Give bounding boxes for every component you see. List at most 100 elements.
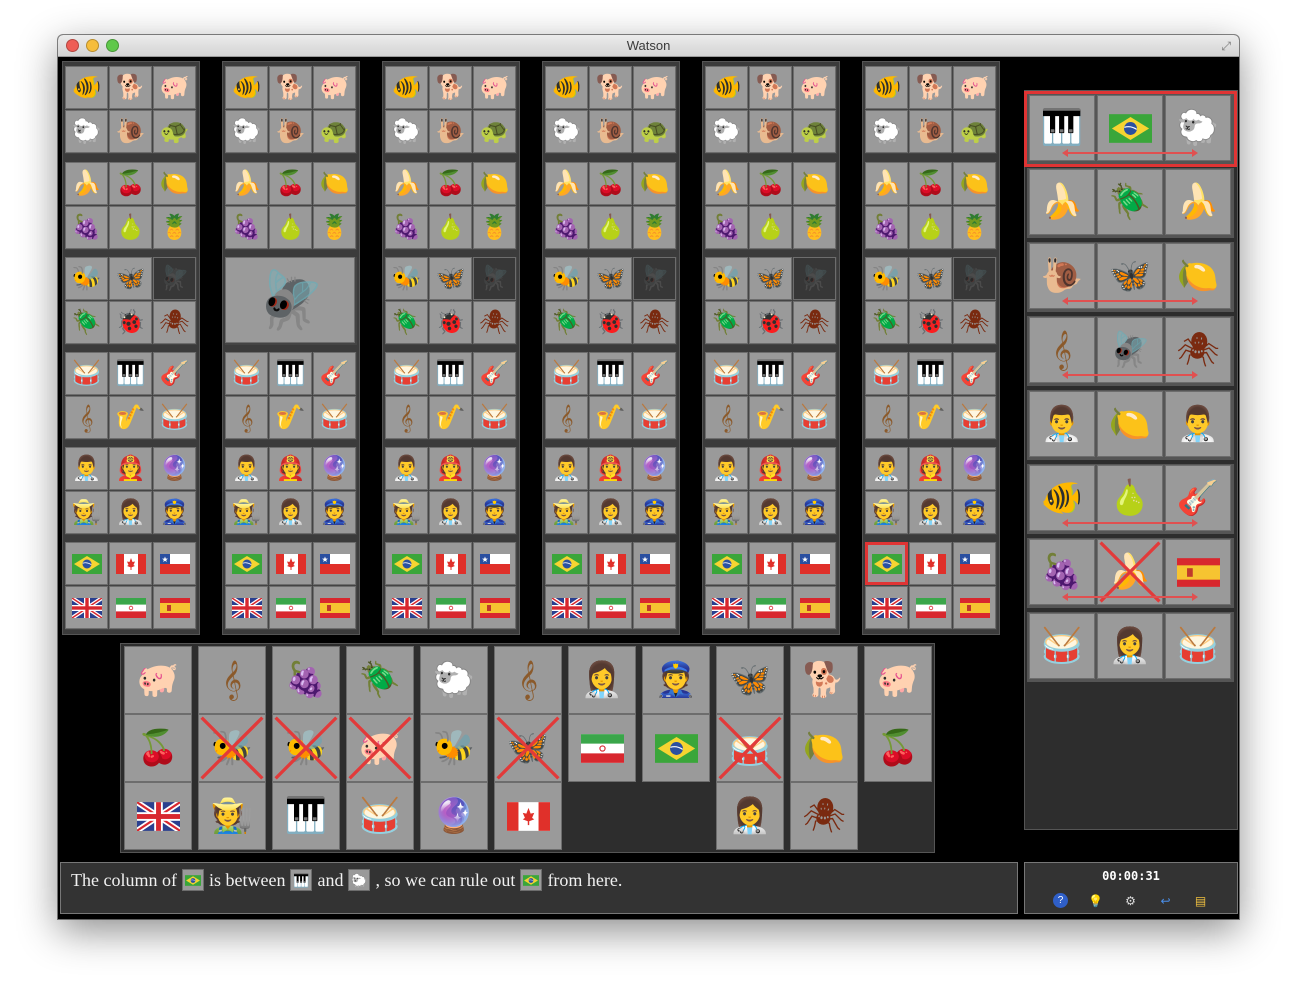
- grid-cell-tick[interactable]: 🕷: [793, 301, 836, 344]
- grid-cell-saxophone[interactable]: 🎷: [269, 396, 312, 439]
- grid-cell-cherry[interactable]: 🍒: [109, 162, 152, 205]
- grid-cell-farmer[interactable]: 🧑‍🌾: [705, 491, 748, 534]
- grid-cell-spain[interactable]: [633, 586, 676, 629]
- grid-cell-saxophone[interactable]: 🎷: [589, 396, 632, 439]
- grid-cell-farmer[interactable]: 🧑‍🌾: [865, 491, 908, 534]
- grid-cell-firefighter[interactable]: 🧑‍🚒: [429, 447, 472, 490]
- grid-cell-drum[interactable]: 🥁: [705, 352, 748, 395]
- grid-cell-lemon[interactable]: 🍋: [953, 162, 996, 205]
- grid-cell-ladybug[interactable]: 🐞: [909, 301, 952, 344]
- grid-cell-pineapple[interactable]: 🍍: [793, 206, 836, 249]
- vertical-clue-1[interactable]: 🎹 🐑: [1024, 91, 1237, 167]
- grid-cell-turtle[interactable]: 🐢: [153, 110, 196, 153]
- grid-cell-police[interactable]: 👮: [793, 491, 836, 534]
- grid-cell-banana[interactable]: 🍌: [65, 162, 108, 205]
- hclue-6-canada[interactable]: [494, 782, 562, 850]
- grid-cell-firefighter[interactable]: 🧑‍🚒: [589, 447, 632, 490]
- minimize-button[interactable]: [86, 39, 99, 52]
- grid-cell-brazil[interactable]: [545, 542, 588, 585]
- grid-cell-bee[interactable]: 🐝: [705, 257, 748, 300]
- grid-cell-turtle[interactable]: 🐢: [793, 110, 836, 153]
- grid-cell-drum[interactable]: 🥁: [225, 352, 268, 395]
- grid-cell-fly[interactable]: 🪰: [793, 257, 836, 300]
- grid-cell-ladybug[interactable]: 🐞: [749, 301, 792, 344]
- grid-cell-canada[interactable]: [269, 542, 312, 585]
- grid-cell-brazil[interactable]: [225, 542, 268, 585]
- vertical-clue-4[interactable]: 𝄞 🪰 🕷: [1027, 316, 1234, 386]
- grid-cell-police[interactable]: 👮: [953, 491, 996, 534]
- grid-cell-drum[interactable]: 🥁: [545, 352, 588, 395]
- grid-cell-pineapple[interactable]: 🍍: [633, 206, 676, 249]
- vertical-clue-6[interactable]: 🐠 🍐 🎸: [1027, 464, 1234, 534]
- settings-icon[interactable]: ⚙: [1123, 893, 1138, 908]
- grid-cell-fish[interactable]: 🐠: [865, 66, 908, 109]
- grid-cell-piano[interactable]: 🎹: [429, 352, 472, 395]
- grid-cell-fish[interactable]: 🐠: [385, 66, 428, 109]
- grid-cell-pig[interactable]: 🐖: [633, 66, 676, 109]
- grid-cell-police[interactable]: 👮: [313, 491, 356, 534]
- grid-cell-farmer[interactable]: 🧑‍🌾: [545, 491, 588, 534]
- grid-cell-canada[interactable]: [749, 542, 792, 585]
- grid-cell-nurse[interactable]: 👩‍⚕️: [109, 491, 152, 534]
- grid-cell-doctor[interactable]: 👨‍⚕️: [385, 447, 428, 490]
- grid-cell-saxophone[interactable]: 🎷: [109, 396, 152, 439]
- grid-cell-cherry[interactable]: 🍒: [909, 162, 952, 205]
- grid-cell-sheep[interactable]: 🐑: [65, 110, 108, 153]
- grid-cell-snare[interactable]: 🥁: [633, 396, 676, 439]
- hclue-5-bee[interactable]: 🐝: [420, 714, 488, 782]
- grid-cell-farmer[interactable]: 🧑‍🌾: [225, 491, 268, 534]
- grid-cell-fly[interactable]: 🪰: [633, 257, 676, 300]
- grid-cell-doctor[interactable]: 👨‍⚕️: [545, 447, 588, 490]
- grid-cell-grape[interactable]: 🍇: [385, 206, 428, 249]
- grid-cell-butterfly[interactable]: 🦋: [109, 257, 152, 300]
- grid-cell-butterfly[interactable]: 🦋: [909, 257, 952, 300]
- hclue-3-piano[interactable]: 🎹: [272, 782, 340, 850]
- grid-cell-harp[interactable]: 𝄞: [385, 396, 428, 439]
- undo-icon[interactable]: ↩: [1158, 893, 1173, 908]
- grid-cell-lemon[interactable]: 🍋: [473, 162, 516, 205]
- solved-cell-fly[interactable]: 🪰: [225, 257, 355, 343]
- grid-cell-tick[interactable]: 🕷: [473, 301, 516, 344]
- grid-cell-cherry[interactable]: 🍒: [749, 162, 792, 205]
- grid-cell-sheep[interactable]: 🐑: [545, 110, 588, 153]
- grid-cell-drum[interactable]: 🥁: [385, 352, 428, 395]
- grid-cell-nurse[interactable]: 👩‍⚕️: [589, 491, 632, 534]
- grid-cell-bee[interactable]: 🐝: [385, 257, 428, 300]
- grid-cell-grape[interactable]: 🍇: [545, 206, 588, 249]
- grid-cell-snare[interactable]: 🥁: [473, 396, 516, 439]
- vertical-clue-5[interactable]: 👨‍⚕️ 🍋 👨‍⚕️: [1027, 390, 1234, 460]
- grid-cell-uk[interactable]: [65, 586, 108, 629]
- grid-cell-uk[interactable]: [385, 586, 428, 629]
- grid-cell-grape[interactable]: 🍇: [705, 206, 748, 249]
- grid-cell-fortune-teller[interactable]: 🔮: [153, 447, 196, 490]
- grid-cell-fly[interactable]: 🪰: [953, 257, 996, 300]
- grid-cell-lemon[interactable]: 🍋: [633, 162, 676, 205]
- grid-cell-guitar[interactable]: 🎸: [633, 352, 676, 395]
- grid-cell-snail[interactable]: 🐌: [269, 110, 312, 153]
- grid-cell-police[interactable]: 👮: [153, 491, 196, 534]
- grid-cell-pineapple[interactable]: 🍍: [313, 206, 356, 249]
- grid-cell-canada[interactable]: [109, 542, 152, 585]
- grid-cell-turtle[interactable]: 🐢: [633, 110, 676, 153]
- grid-cell-doctor[interactable]: 👨‍⚕️: [65, 447, 108, 490]
- hclue-10-tick[interactable]: 🕷: [790, 782, 858, 850]
- close-button[interactable]: [66, 39, 79, 52]
- grid-cell-pig[interactable]: 🐖: [953, 66, 996, 109]
- hclue-1-pig[interactable]: 🐖: [124, 646, 192, 714]
- grid-cell-guitar[interactable]: 🎸: [473, 352, 516, 395]
- grid-cell-drum[interactable]: 🥁: [865, 352, 908, 395]
- grid-cell-fly[interactable]: 🪰: [473, 257, 516, 300]
- grid-cell-fly[interactable]: 🪰: [153, 257, 196, 300]
- grid-cell-doctor[interactable]: 👨‍⚕️: [865, 447, 908, 490]
- grid-cell-lemon[interactable]: 🍋: [793, 162, 836, 205]
- grid-cell-fish[interactable]: 🐠: [65, 66, 108, 109]
- grid-cell-turtle[interactable]: 🐢: [313, 110, 356, 153]
- grid-cell-chile[interactable]: [473, 542, 516, 585]
- grid-cell-pig[interactable]: 🐖: [793, 66, 836, 109]
- grid-cell-piano[interactable]: 🎹: [269, 352, 312, 395]
- grid-cell-chile[interactable]: [313, 542, 356, 585]
- grid-cell-uk[interactable]: [545, 586, 588, 629]
- grid-cell-sheep[interactable]: 🐑: [225, 110, 268, 153]
- grid-cell-firefighter[interactable]: 🧑‍🚒: [109, 447, 152, 490]
- hclue-4-pig[interactable]: 🐖: [346, 714, 414, 782]
